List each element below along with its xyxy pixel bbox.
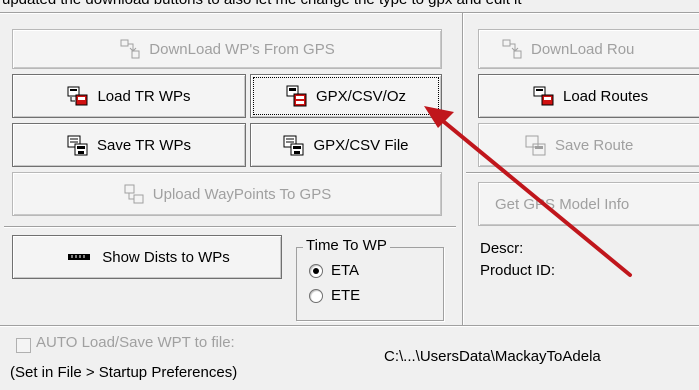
eta-radio-dot[interactable] xyxy=(309,263,323,278)
product-id-label: Product ID: xyxy=(480,262,556,279)
download-routes-button[interactable]: DownLoad Rou xyxy=(478,29,699,69)
routes-separator xyxy=(466,172,699,174)
save-waypoints-icon xyxy=(67,135,88,156)
ruler-icon xyxy=(68,254,91,260)
show-dists-label: Show Dists to WPs xyxy=(102,248,230,266)
load-routes-label: Load Routes xyxy=(563,87,649,105)
gpx-save-icon xyxy=(283,135,304,156)
load-routes-button[interactable]: Load Routes xyxy=(478,74,699,118)
show-dists-button[interactable]: Show Dists to WPs xyxy=(12,235,282,279)
load-tr-wps-label: Load TR WPs xyxy=(97,87,191,105)
save-route-label: Save Route xyxy=(555,136,634,154)
descr-label: Descr: xyxy=(480,240,524,257)
top-cut-text: updated the download buttons to also let… xyxy=(0,0,699,12)
download-routes-label: DownLoad Rou xyxy=(531,40,635,58)
save-tr-wps-button[interactable]: Save TR WPs xyxy=(12,123,246,167)
auto-load-save-checkbox[interactable] xyxy=(16,338,31,353)
gpx-file-icon xyxy=(286,85,307,107)
vertical-separator xyxy=(462,13,464,325)
eta-radio[interactable]: ETA xyxy=(309,262,359,279)
save-route-button[interactable]: Save Route xyxy=(478,123,699,167)
upload-waypoints-label: Upload WayPoints To GPS xyxy=(152,185,332,203)
download-wps-button[interactable]: DownLoad WP's From GPS xyxy=(12,29,442,69)
get-gps-model-button[interactable]: Get GPS Model Info xyxy=(478,182,699,226)
ete-label: ETE xyxy=(331,287,361,304)
upload-waypoints-button[interactable]: Upload WayPoints To GPS xyxy=(12,172,442,216)
ete-radio[interactable]: ETE xyxy=(309,287,360,304)
top-cut-text-label: updated the download buttons to also let… xyxy=(2,0,522,8)
footer-separator xyxy=(0,325,699,327)
auto-load-save-label: AUTO Load/Save WPT to file: xyxy=(36,334,235,351)
get-gps-model-label: Get GPS Model Info xyxy=(495,195,630,213)
gpx-csv-oz-label: GPX/CSV/Oz xyxy=(315,87,407,105)
top-separator xyxy=(0,12,699,14)
ete-radio-dot[interactable] xyxy=(309,288,323,303)
eta-label: ETA xyxy=(331,262,360,279)
wpt-file-path: C:\...\UsersData\MackayToAdela xyxy=(384,348,601,365)
time-to-wp-legend: Time To WP xyxy=(303,237,390,254)
gps-download-icon xyxy=(120,39,140,59)
gps-download-icon xyxy=(502,39,522,59)
save-route-icon xyxy=(525,135,546,156)
gps-upload-icon xyxy=(124,184,144,204)
download-wps-label: DownLoad WP's From GPS xyxy=(149,40,335,58)
load-tr-wps-button[interactable]: Load TR WPs xyxy=(12,74,246,118)
save-tr-wps-label: Save TR WPs xyxy=(97,136,191,154)
load-routes-icon xyxy=(533,86,554,106)
waypoints-lower-separator xyxy=(4,226,456,228)
startup-preferences-hint: (Set in File > Startup Preferences) xyxy=(10,364,238,381)
time-to-wp-group: Time To WP ETA ETE xyxy=(296,237,444,321)
gpx-csv-file-label: GPX/CSV File xyxy=(313,136,409,154)
gpx-csv-oz-button[interactable]: GPX/CSV/Oz xyxy=(250,74,442,118)
gpx-csv-file-button[interactable]: GPX/CSV File xyxy=(250,123,442,167)
load-waypoints-icon xyxy=(67,86,88,106)
